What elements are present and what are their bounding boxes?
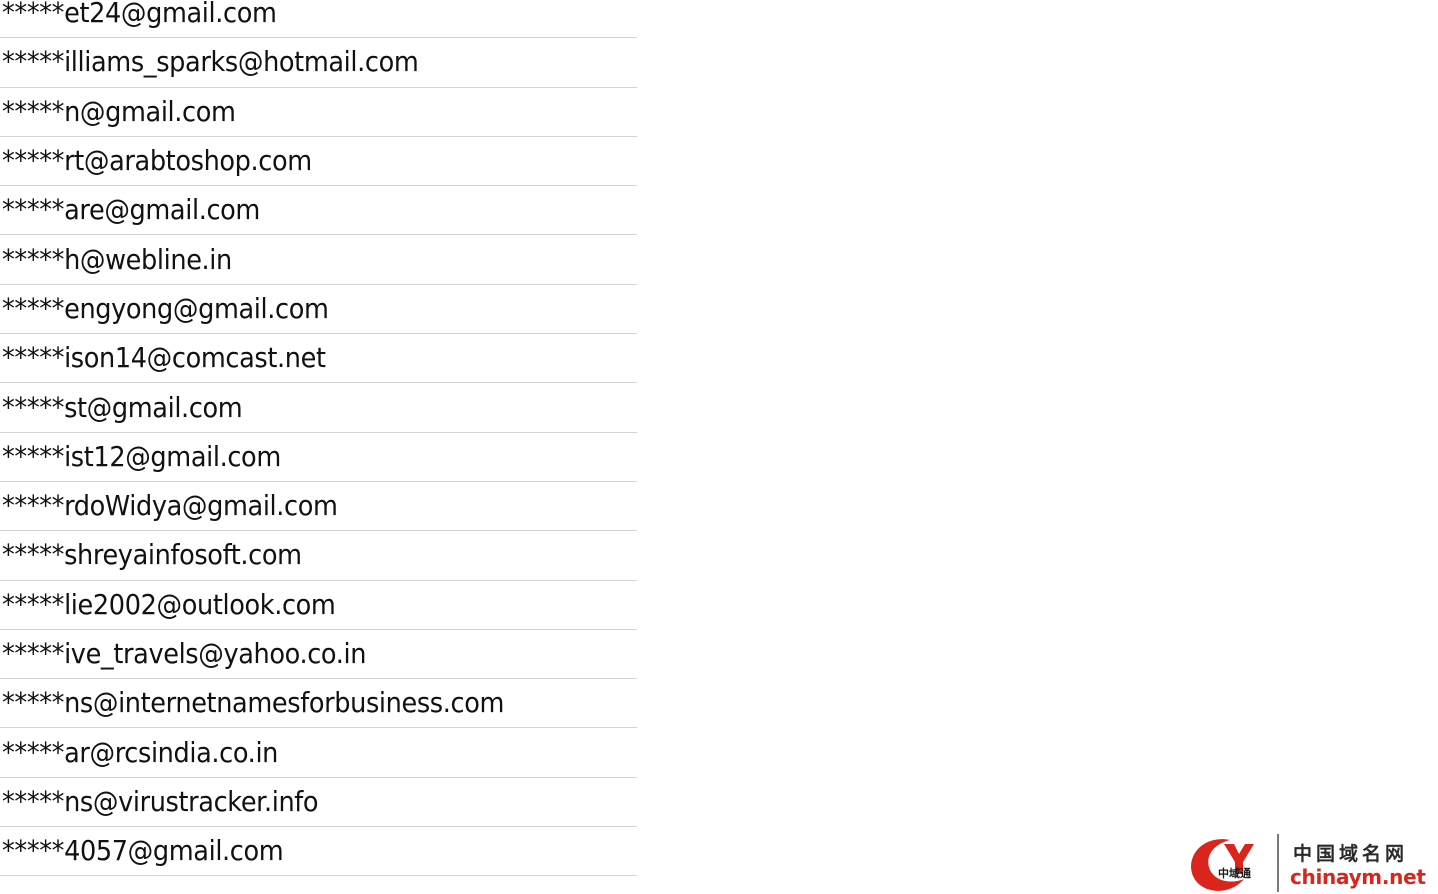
table-row: *****h@webline.in bbox=[0, 235, 637, 285]
email-cell: *****rt@arabtoshop.com bbox=[2, 145, 312, 178]
table-row: *****ns@virustracker.info bbox=[0, 778, 637, 828]
table-row: *****et24@gmail.com bbox=[0, 0, 637, 39]
watermark-divider bbox=[1277, 834, 1279, 892]
table-row: *****ar@rcsindia.co.in bbox=[0, 728, 637, 778]
table-row: *****ist12@gmail.com bbox=[0, 433, 637, 482]
email-cell: *****ns@internetnamesforbusiness.com bbox=[2, 687, 505, 720]
table-row: *****rt@arabtoshop.com bbox=[0, 137, 637, 187]
table-row: *****ive_travels@yahoo.co.in bbox=[0, 630, 637, 680]
table-row: *****engyong@gmail.com bbox=[0, 285, 637, 335]
email-cell: *****lie2002@outlook.com bbox=[2, 588, 336, 621]
email-cell: *****et24@gmail.com bbox=[2, 0, 277, 30]
table-row: *****ison14@comcast.net bbox=[0, 334, 637, 384]
email-cell: *****engyong@gmail.com bbox=[2, 292, 329, 325]
email-cell: *****ison14@comcast.net bbox=[2, 342, 326, 375]
email-cell: *****4057@gmail.com bbox=[2, 835, 284, 868]
watermark-domain: chinaym.net bbox=[1290, 865, 1426, 889]
logo-label: 中域通 bbox=[1218, 867, 1251, 880]
email-cell: *****are@gmail.com bbox=[2, 194, 260, 227]
table-row: *****are@gmail.com bbox=[0, 186, 637, 236]
email-cell: *****h@webline.in bbox=[2, 243, 232, 276]
table-row: *****illiams_sparks@hotmail.com bbox=[0, 38, 637, 88]
chinaym-logo-icon bbox=[1191, 839, 1254, 891]
table-row: *****shreyainfosoft.com bbox=[0, 531, 637, 581]
table-row: *****n@gmail.com bbox=[0, 88, 637, 137]
email-cell: *****illiams_sparks@hotmail.com bbox=[2, 46, 419, 79]
email-cell: *****ist12@gmail.com bbox=[2, 440, 281, 473]
table-row: *****lie2002@outlook.com bbox=[0, 581, 637, 630]
email-cell: *****rdoWidya@gmail.com bbox=[2, 490, 338, 523]
email-cell: *****n@gmail.com bbox=[2, 95, 236, 128]
email-cell: *****ar@rcsindia.co.in bbox=[2, 736, 279, 769]
table-row: *****4057@gmail.com bbox=[0, 827, 637, 877]
email-cell: *****shreyainfosoft.com bbox=[2, 539, 302, 572]
watermark-cn-name: 中国域名网 bbox=[1293, 843, 1409, 865]
email-cell: *****ns@virustracker.info bbox=[2, 785, 319, 818]
table-row: *****st@gmail.com bbox=[0, 383, 637, 433]
watermark: 中域通 中国域名网 chinaym.net bbox=[1188, 830, 1438, 894]
email-cell: *****ive_travels@yahoo.co.in bbox=[2, 638, 367, 670]
email-cell: *****st@gmail.com bbox=[2, 391, 243, 424]
table-row: *****rdoWidya@gmail.com bbox=[0, 482, 637, 532]
email-list: *****et24@gmail.com *****illiams_sparks@… bbox=[0, 0, 637, 877]
table-row: *****ns@internetnamesforbusiness.com bbox=[0, 679, 637, 729]
